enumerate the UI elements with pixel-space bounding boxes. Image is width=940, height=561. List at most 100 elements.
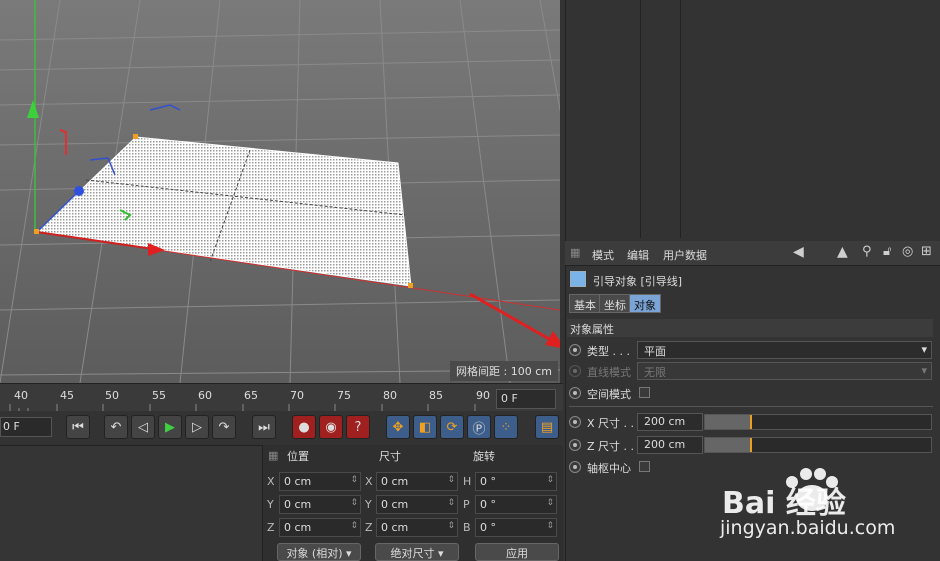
prev-key-button[interactable]: ↶ (104, 415, 128, 439)
animate-dot-icon[interactable] (569, 461, 581, 473)
scale-key-toggle[interactable]: ◧ (413, 415, 437, 439)
key-help-button[interactable]: ? (346, 415, 370, 439)
tick-label: 55 (152, 389, 166, 402)
play-icon: ▶ (165, 419, 175, 435)
tick-label: 60 (198, 389, 212, 402)
viewport-scene (0, 0, 560, 383)
step-back-button[interactable]: ◁ (131, 415, 155, 439)
animate-dot-icon[interactable] (569, 344, 581, 356)
param-icon: Ⓟ (472, 421, 486, 437)
menu-userdata[interactable]: 用户数据 (663, 247, 707, 263)
axis-label: Z (267, 521, 275, 534)
slider-handle[interactable] (750, 438, 752, 452)
rot-b-field[interactable]: 0 ° (475, 518, 557, 537)
space-mode-label: 空间模式 (587, 388, 631, 401)
axis-label: H (463, 475, 472, 488)
step-forward-icon: ▷ (192, 419, 202, 435)
rot-p-field[interactable]: 0 ° (475, 495, 557, 514)
auto-key-button[interactable]: ◉ (319, 415, 343, 439)
type-select[interactable]: 平面 ▾ (637, 341, 932, 359)
goto-end-button[interactable]: ⏭ (252, 415, 276, 439)
lock-icon[interactable]: 🔓︎ (883, 244, 891, 259)
new-panel-icon[interactable]: ⊞ (921, 244, 932, 259)
tick-label: 70 (290, 389, 304, 402)
z-size-label: Z 尺寸 . . (587, 440, 635, 453)
tab-coord[interactable]: 坐标 (599, 294, 631, 313)
points-icon: ⁘ (500, 419, 512, 435)
rotation-header: 旋转 (473, 450, 495, 463)
point-key-toggle[interactable]: ⁘ (494, 415, 518, 439)
up-arrow-icon[interactable]: ▲ (837, 244, 848, 260)
prev-key-icon: ↶ (110, 419, 122, 435)
tab-basic[interactable]: 基本 (569, 294, 601, 313)
x-size-slider[interactable] (704, 414, 932, 430)
param-key-toggle[interactable]: Ⓟ (467, 415, 491, 439)
z-size-slider[interactable] (704, 437, 932, 453)
step-forward-button[interactable]: ▷ (185, 415, 209, 439)
chevron-down-icon: ▾ (921, 364, 927, 377)
coordinate-manager: ▦ 位置 尺寸 旋转 X 0 cm X 0 cm H 0 ° Y 0 cm Y … (262, 445, 563, 561)
scale-icon: ◧ (418, 419, 432, 435)
pos-y-field[interactable]: 0 cm (279, 495, 361, 514)
goto-start-button[interactable]: ⏮ (66, 415, 90, 439)
tick-label: 80 (383, 389, 397, 402)
size-header: 尺寸 (379, 450, 401, 463)
axis-label: P (463, 498, 470, 511)
key-icon: ● (298, 419, 310, 435)
target-icon[interactable]: ◎ (902, 244, 913, 259)
axis-label: Z (365, 521, 373, 534)
grip-icon: ▦ (268, 449, 279, 462)
animate-dot-icon[interactable] (569, 416, 581, 428)
type-row: 类型 . . . 平面 ▾ (569, 340, 934, 360)
next-key-icon: ↷ (218, 419, 230, 435)
guide-object-icon (570, 271, 586, 287)
position-header: 位置 (287, 450, 309, 463)
goto-start-icon: ⏮ (72, 419, 84, 435)
x-size-row: X 尺寸 . . 200 cm (569, 412, 934, 432)
timeline-window-button[interactable]: ▤ (535, 415, 559, 439)
end-frame-field[interactable]: 0 F (496, 389, 556, 409)
tick-label: 45 (60, 389, 74, 402)
axis-label: B (463, 521, 471, 534)
watermark-url: jingyan.baidu.com (720, 517, 896, 539)
animate-dot-icon[interactable] (569, 439, 581, 451)
size-mode-select[interactable]: 绝对尺寸 ▾ (375, 543, 459, 561)
space-mode-row: 空间模式 (569, 383, 934, 403)
goto-end-icon: ⏭ (258, 419, 270, 435)
size-x-field[interactable]: 0 cm (376, 472, 458, 491)
menu-mode[interactable]: 模式 (592, 247, 614, 263)
current-frame-field[interactable]: 0 F (0, 417, 52, 437)
autokey-icon: ◉ (325, 419, 337, 435)
object-manager[interactable] (565, 0, 940, 240)
rot-h-field[interactable]: 0 ° (475, 472, 557, 491)
line-mode-label: 直线模式 (587, 366, 631, 379)
type-label: 类型 . . . (587, 345, 630, 358)
coord-mode-select[interactable]: 对象 (相对) ▾ (277, 543, 361, 561)
viewport-3d[interactable]: 网格间距 : 100 cm (0, 0, 560, 383)
tab-object[interactable]: 对象 (629, 294, 661, 313)
rotate-key-toggle[interactable]: ⟳ (440, 415, 464, 439)
pos-z-field[interactable]: 0 cm (279, 518, 361, 537)
space-mode-checkbox[interactable] (639, 387, 650, 398)
back-arrow-icon[interactable]: ◀ (793, 244, 804, 260)
grip-icon: ▦ (570, 246, 581, 259)
z-size-field[interactable]: 200 cm (637, 436, 703, 454)
z-axis-handle[interactable] (74, 186, 84, 196)
record-key-button[interactable]: ● (292, 415, 316, 439)
size-y-field[interactable]: 0 cm (376, 495, 458, 514)
x-size-field[interactable]: 200 cm (637, 413, 703, 431)
timeline-ruler[interactable]: 40 45 50 55 60 65 70 75 80 85 90 (0, 383, 563, 412)
slider-handle[interactable] (750, 415, 752, 429)
next-key-button[interactable]: ↷ (212, 415, 236, 439)
pivot-checkbox[interactable] (639, 461, 650, 472)
type-value: 平面 (644, 345, 666, 358)
tick-label: 65 (244, 389, 258, 402)
play-button[interactable]: ▶ (158, 415, 182, 439)
apply-button[interactable]: 应用 (475, 543, 559, 561)
menu-edit[interactable]: 编辑 (627, 247, 649, 263)
search-icon[interactable]: ⚲ (862, 244, 872, 259)
size-z-field[interactable]: 0 cm (376, 518, 458, 537)
move-key-toggle[interactable]: ✥ (386, 415, 410, 439)
animate-dot-icon[interactable] (569, 387, 581, 399)
pos-x-field[interactable]: 0 cm (279, 472, 361, 491)
